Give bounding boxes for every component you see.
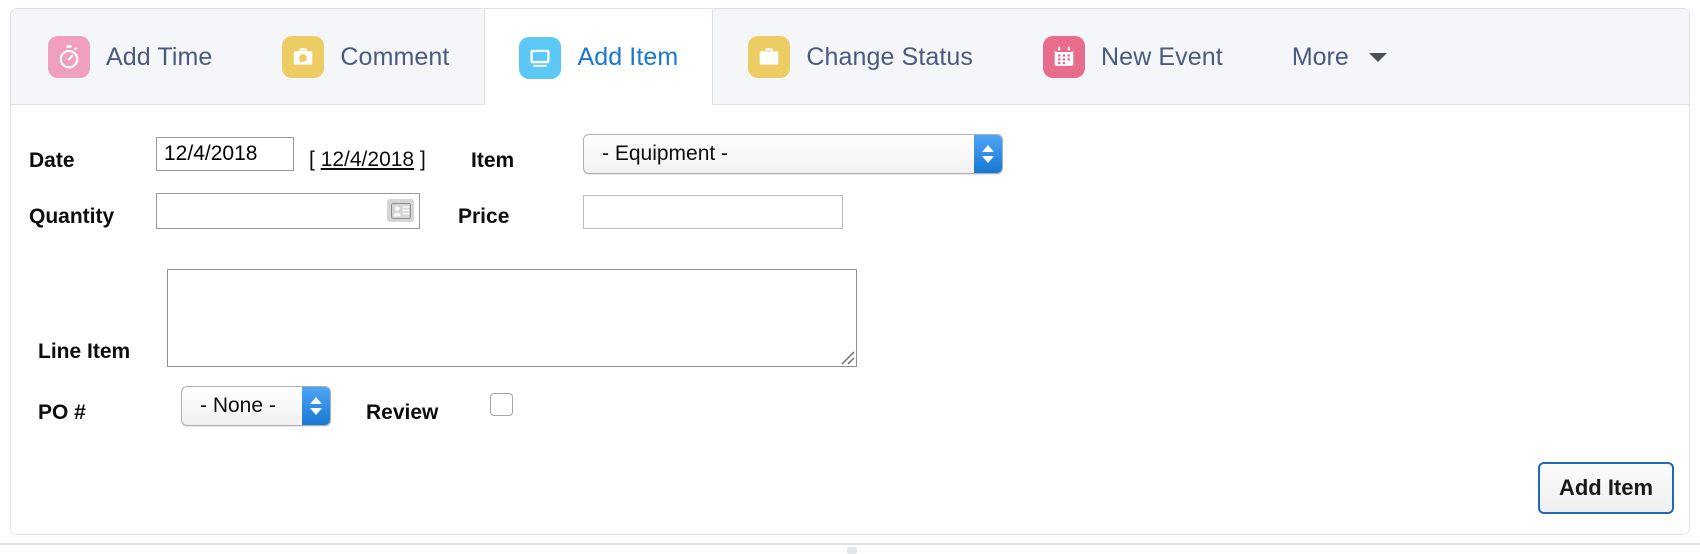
chevron-up-icon: [310, 397, 322, 404]
price-input[interactable]: [583, 195, 843, 229]
tab-change-status-label: Change Status: [806, 43, 973, 72]
stopwatch-icon: [48, 36, 90, 78]
tab-change-status[interactable]: Change Status: [713, 9, 1008, 105]
more-menu-label: More: [1292, 43, 1349, 72]
tab-comment-label: Comment: [340, 43, 449, 72]
action-tabstrip: Add Time Comment: [11, 9, 1689, 105]
date-today-link[interactable]: 12/4/2018: [321, 148, 414, 171]
tab-add-time-label: Add Time: [106, 43, 212, 72]
item-label: Item: [471, 149, 514, 173]
tab-new-event[interactable]: New Event: [1008, 9, 1258, 105]
tab-add-item-label: Add Item: [577, 43, 678, 72]
line-item-label: Line Item: [38, 340, 130, 364]
chevron-up-icon: [982, 145, 994, 152]
bracket-open: [: [309, 148, 315, 171]
po-select-value: - None -: [182, 387, 302, 425]
action-panel: Add Time Comment: [10, 8, 1690, 535]
quantity-input[interactable]: [156, 193, 420, 229]
date-input[interactable]: [156, 137, 294, 171]
date-today-bracket: [ 12/4/2018 ]: [309, 148, 426, 172]
date-label: Date: [29, 149, 75, 173]
bottom-divider: [0, 543, 1700, 545]
line-item-textarea[interactable]: [167, 269, 857, 367]
tab-add-item[interactable]: Add Item: [484, 9, 713, 106]
item-select-stepper[interactable]: [974, 135, 1002, 173]
bracket-close: ]: [420, 148, 426, 171]
po-select-stepper[interactable]: [302, 387, 330, 425]
monitor-icon: [519, 37, 561, 79]
chevron-down-icon: [1369, 53, 1387, 62]
tab-add-time[interactable]: Add Time: [13, 9, 247, 105]
item-select-value: - Equipment -: [584, 135, 974, 173]
comment-case-icon: [282, 36, 324, 78]
screen-root: Add Time Comment: [0, 0, 1700, 554]
chevron-down-icon: [982, 156, 994, 163]
review-checkbox[interactable]: [490, 393, 513, 416]
bottom-handle-nub[interactable]: [847, 547, 857, 554]
price-label: Price: [458, 205, 509, 229]
more-menu-button[interactable]: More: [1258, 9, 1415, 105]
tab-new-event-label: New Event: [1101, 43, 1223, 72]
add-item-form: Date [ 12/4/2018 ] Item - Equipment - Qu…: [11, 105, 1689, 535]
chevron-down-icon: [310, 408, 322, 415]
add-item-submit-button[interactable]: Add Item: [1538, 462, 1674, 514]
calendar-icon: [1043, 36, 1085, 78]
po-select[interactable]: - None -: [181, 386, 331, 426]
quantity-label: Quantity: [29, 205, 114, 229]
item-select[interactable]: - Equipment -: [583, 134, 1003, 174]
tab-comment[interactable]: Comment: [247, 9, 484, 105]
briefcase-icon: [748, 36, 790, 78]
review-label: Review: [366, 401, 438, 425]
contact-card-icon[interactable]: [387, 199, 414, 222]
po-label: PO #: [38, 401, 86, 425]
